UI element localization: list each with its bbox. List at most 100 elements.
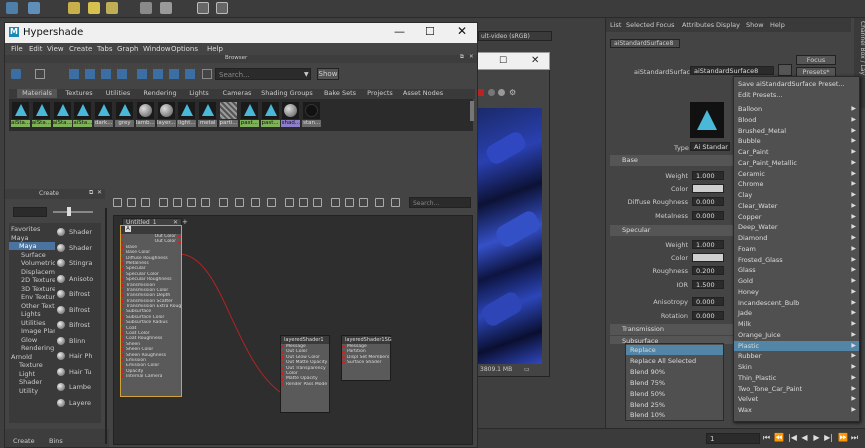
preset-item-edit-presets-[interactable]: Edit Presets... (738, 90, 859, 100)
tree-item-lights[interactable]: Lights (21, 310, 41, 318)
tree-item-2d-texture[interactable]: 2D Texture (21, 276, 56, 284)
submenu-item[interactable]: Blend 90% (630, 367, 665, 377)
create-list-item[interactable]: Lambe (57, 382, 101, 394)
preset-item-frosted-glass[interactable]: Frosted_Glass ▶ (738, 255, 859, 265)
preset-item-clay[interactable]: Clay ▶ (738, 190, 859, 200)
preset-item-balloon[interactable]: Balloon ▶ (738, 104, 859, 114)
settings-gear-icon[interactable]: ⚙ (509, 88, 516, 97)
material-swatch[interactable]: past... (260, 101, 280, 127)
create-list-item[interactable]: Shader (57, 243, 101, 255)
color-swatch[interactable] (692, 253, 724, 262)
shader-node-aistandardsurface[interactable]: A Out Color Out Color Base Base Color Diffus… (120, 225, 182, 397)
node-tool-icon[interactable] (127, 198, 136, 207)
node-tool-icon[interactable] (285, 198, 294, 207)
ae-menu-selected[interactable]: Selected (626, 21, 654, 29)
tree-item-shader[interactable]: Shader (19, 378, 42, 386)
tab-bake-sets[interactable]: Bake Sets (321, 89, 359, 98)
node-tool-icon[interactable] (113, 198, 122, 207)
material-swatch[interactable]: dark... (94, 101, 114, 127)
create-list-item[interactable]: Bifrost (57, 289, 101, 301)
material-swatch[interactable]: grey (115, 101, 134, 127)
close-icon[interactable]: ✕ (457, 24, 467, 38)
tree-item-rendering[interactable]: Rendering (21, 344, 54, 352)
menu-tabs[interactable]: Tabs (97, 45, 113, 53)
menu-create[interactable]: Create (69, 45, 92, 53)
play-back-icon[interactable]: ◀ (800, 433, 809, 443)
menu-graph[interactable]: Graph (117, 45, 138, 53)
material-swatch[interactable]: light... (177, 101, 197, 127)
preset-item-bubble[interactable]: Bubble ▶ (738, 136, 859, 146)
attr-value-field[interactable]: 0.000 (692, 197, 724, 206)
preset-item-milk[interactable]: Milk ▶ (738, 319, 859, 329)
preset-item-two-tone-car-paint[interactable]: Two_Tone_Car_Paint ▶ (738, 384, 859, 394)
node-name-field[interactable]: aiStandardSurface8 (690, 66, 774, 75)
shader-node-layeredshader[interactable]: layeredShader1 Message Out Color Out Glow … (280, 335, 330, 413)
preset-item-brushed-metal[interactable]: Brushed_Metal ▶ (738, 126, 859, 136)
ae-menu-focus[interactable]: Focus (656, 21, 675, 29)
node-tool-icon[interactable] (359, 198, 368, 207)
layout-icon[interactable] (169, 69, 179, 79)
submenu-item[interactable]: Blend 75% (630, 378, 665, 388)
material-swatch[interactable]: aiSta... (31, 101, 51, 127)
tree-item-utilities[interactable]: Utilities (21, 319, 45, 327)
material-swatch[interactable]: aiSta... (11, 101, 30, 127)
tab-create[interactable]: Create (13, 437, 35, 445)
close-icon[interactable]: ✕ (469, 54, 474, 60)
create-list-item[interactable]: Hair Ph (57, 351, 101, 363)
create-list-item[interactable]: Shader (57, 227, 101, 239)
menu-edit[interactable]: Edit (29, 45, 43, 53)
material-swatch[interactable]: metal (198, 101, 218, 127)
material-swatch[interactable]: aiSta... (73, 101, 93, 127)
scrollbar[interactable] (470, 101, 474, 121)
node-header[interactable]: A (121, 226, 181, 234)
shader-node-shadinggroup[interactable]: layeredShader1SG Message Partition Displ S… (341, 335, 392, 381)
create-list-item[interactable]: Blinn (57, 336, 101, 348)
create-search-field[interactable] (13, 207, 47, 217)
chevron-down-icon[interactable]: ▼ (304, 71, 309, 78)
menu-view[interactable]: View (47, 45, 64, 53)
tree-item-texture[interactable]: Texture (19, 361, 43, 369)
tree-item-env-textur[interactable]: Env Textur (21, 293, 55, 301)
material-swatch[interactable]: parti... (219, 101, 238, 127)
node-tool-icon[interactable] (391, 198, 400, 207)
preset-item-foam[interactable]: Foam ▶ (738, 244, 859, 254)
material-swatch[interactable]: stan... (302, 101, 322, 127)
menu-file[interactable]: File (11, 45, 23, 53)
tab-materials[interactable]: Materials (17, 89, 57, 98)
close-icon[interactable]: ✕ (531, 55, 539, 66)
tab-utilities[interactable]: Utilities (101, 89, 135, 98)
node-tool-icon[interactable] (375, 198, 384, 207)
node-tool-icon[interactable] (235, 198, 244, 207)
tab-node[interactable]: aiStandardSurface8 (610, 39, 680, 48)
color-swatch[interactable] (692, 184, 724, 193)
attr-value-field[interactable]: 0.000 (692, 211, 724, 220)
zoom-slider[interactable] (53, 211, 93, 213)
material-swatch[interactable]: layer... (156, 101, 176, 127)
tree-item-volumetric[interactable]: Volumetric (21, 259, 56, 267)
search-input[interactable]: Search... ▼ (215, 68, 311, 80)
slider-handle[interactable] (67, 207, 71, 216)
layout-icon[interactable] (85, 69, 95, 79)
shelf-tool-icon[interactable] (6, 2, 18, 14)
tree-item-favorites[interactable]: Favorites (11, 225, 40, 233)
tab-lights[interactable]: Lights (185, 89, 213, 98)
ae-menu-attributes[interactable]: Attributes (682, 21, 714, 29)
step-back-key-icon[interactable]: ⏪ (774, 433, 784, 443)
node-tool-icon[interactable] (141, 198, 150, 207)
material-swatch[interactable]: aiSta... (52, 101, 72, 127)
ae-menu-display[interactable]: Display (716, 21, 740, 29)
preset-item-thin-plastic[interactable]: Thin_Plastic ▶ (738, 373, 859, 383)
layout-icon[interactable] (185, 69, 195, 79)
preset-item-chrome[interactable]: Chrome ▶ (738, 179, 859, 189)
create-list-item[interactable]: Bifrost (57, 320, 101, 332)
node-header[interactable]: layeredShader1 (281, 336, 329, 344)
tab-cameras[interactable]: Cameras (219, 89, 255, 98)
node-tool-icon[interactable] (159, 198, 168, 207)
tree-item-maya[interactable]: Maya (11, 234, 28, 242)
shelf-tool-icon[interactable] (160, 2, 172, 14)
tree-item-surface[interactable]: Surface (21, 251, 46, 259)
node-tool-icon[interactable] (331, 198, 340, 207)
grid-icon[interactable] (35, 69, 45, 79)
node-tool-icon[interactable] (299, 198, 308, 207)
shelf-tool-icon[interactable] (197, 2, 209, 14)
